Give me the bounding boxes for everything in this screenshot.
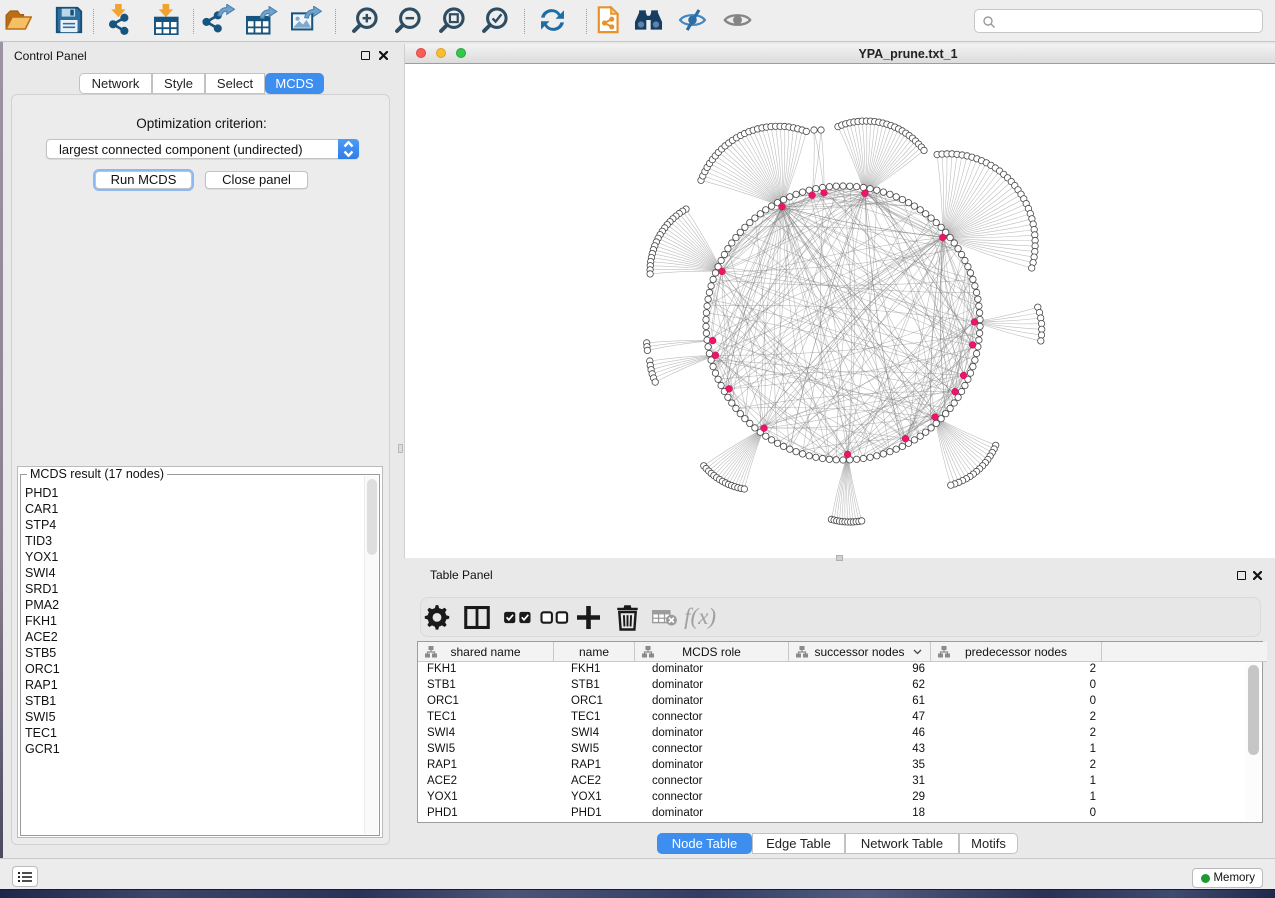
svg-text:f(x): f(x) [684, 604, 716, 629]
